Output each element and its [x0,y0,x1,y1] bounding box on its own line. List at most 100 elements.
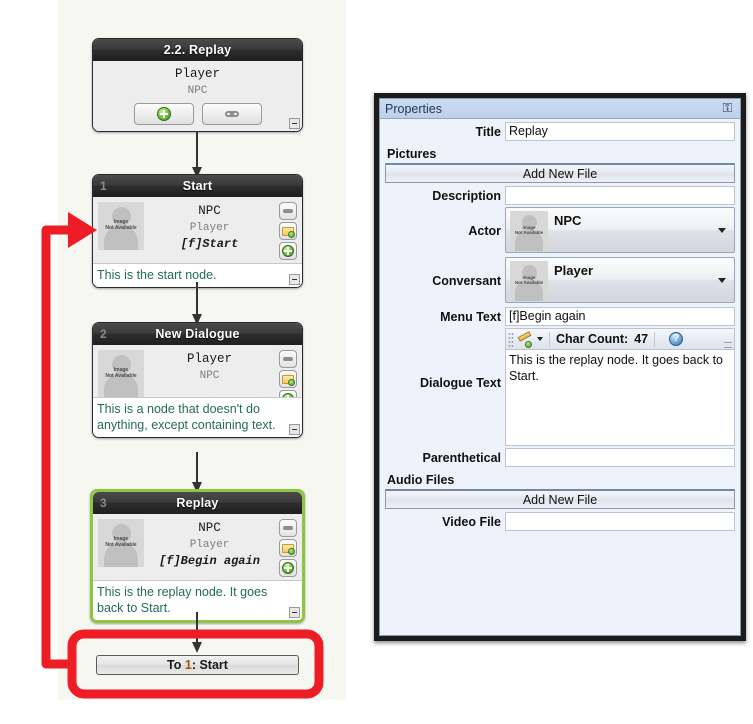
properties-panel: Properties ⚿ Title Replay Pictures Add N… [374,93,746,641]
video-file-label: Video File [442,514,501,529]
node-icon-column [279,202,298,262]
node-button-row [93,103,302,125]
toolbar-separator [654,331,656,347]
dialogue-node-2[interactable]: 2 New Dialogue Image Not Available Player… [92,322,303,438]
conversation-node-root[interactable]: 2.2. Replay Player NPC [92,38,303,132]
menu-text-input[interactable]: [f]Begin again [505,307,735,326]
video-file-input[interactable] [505,512,735,531]
collapse-toggle[interactable] [289,118,300,129]
pictures-section-label: Pictures [387,147,437,161]
help-icon[interactable]: ? [669,332,684,346]
node-header: 1 Start [93,175,302,197]
collapse-toggle[interactable] [289,607,300,618]
link-icon[interactable] [279,350,297,368]
node-id: 3 [100,496,107,510]
link-suffix: : Start [191,658,228,672]
add-folder-icon[interactable] [279,222,297,240]
description-label: Description [432,188,501,203]
video-file-row: Video File [385,512,735,531]
link-prefix: To [167,658,185,672]
node-actor: NPC [198,521,221,535]
pencil-icon[interactable] [516,330,536,348]
dialogue-text-toolbar: Char Count: 47 ? [505,328,735,349]
node-id: 1 [100,179,107,193]
node-body: Image Not Available NPC Player [f]Start [93,197,302,263]
char-count: Char Count: 47 [556,332,648,346]
toolbar-resize-handle[interactable] [724,342,732,348]
conversant-dropdown[interactable]: Image Not Available Player [505,257,735,303]
actor-portrait: Image Not Available [98,202,144,250]
conversant-value: Player [554,263,594,278]
node-conversant: Player [189,222,230,234]
collapse-toggle[interactable] [289,274,300,285]
node-actor: Player [186,352,232,366]
parenthetical-input[interactable] [505,448,735,467]
chevron-down-icon [718,228,726,233]
properties-title-label: Properties [385,102,442,116]
plus-circle-icon [156,107,171,121]
link-icon[interactable] [279,202,297,220]
actor-portrait: Image Not Available [98,350,144,398]
dialogue-node-3[interactable]: 3 Replay Image Not Available NPC Player [… [90,489,305,623]
description-input[interactable] [505,186,735,205]
add-child-button[interactable] [133,103,194,125]
title-input[interactable]: Replay [505,122,735,141]
audio-files-section-label: Audio Files [387,473,455,487]
node-title: Replay [176,496,219,510]
audio-add-new-file-button[interactable]: Add New File [385,489,735,509]
add-folder-icon[interactable] [279,539,297,557]
add-folder-icon[interactable] [279,370,297,388]
char-count-value: 47 [634,332,649,346]
node-header: 2 New Dialogue [93,323,302,345]
connector-arrow-root-to-1 [192,131,202,178]
properties-titlebar: Properties ⚿ [380,99,740,119]
menu-text-label: Menu Text [440,309,501,324]
dialogue-text-row: Dialogue Text Char Count: 47 ? This is th… [385,328,735,446]
node-title: 2.2. Replay [163,43,232,57]
connector-arrow-3-to-link [192,612,202,653]
node-conversant: NPC [199,370,220,382]
node-body: Image Not Available Player NPC [93,345,302,408]
link-button[interactable] [201,103,262,125]
actor-label: Actor [468,224,501,238]
parenthetical-row: Parenthetical [385,448,735,467]
add-node-icon[interactable] [279,242,297,260]
add-node-icon[interactable] [279,559,297,577]
node-icon-column [279,519,298,579]
collapse-toggle[interactable] [289,424,300,435]
title-row: Title Replay [385,122,735,141]
title-label: Title [475,124,501,139]
menu-text-row: Menu Text [f]Begin again [385,307,735,326]
conversant-label: Conversant [432,274,501,288]
node-actor: Player [174,67,220,81]
dialogue-text-textarea[interactable]: This is the replay node. It goes back to… [505,349,735,446]
actor-value: NPC [554,213,582,228]
node-body: Image Not Available NPC Player [f]Begin a… [93,514,302,580]
node-body: Player NPC [93,61,302,131]
link-icon [224,111,239,117]
node-menu-text: [f]Start [180,237,239,251]
conversant-portrait: Image Not Available [510,261,548,301]
node-header: 2.2. Replay [93,39,302,61]
node-header: 3 Replay [93,492,302,514]
link-to-node-button[interactable]: To 1: Start [96,655,299,675]
chevron-down-icon[interactable] [537,337,543,341]
actor-dropdown[interactable]: Image Not Available NPC [505,207,735,253]
actor-portrait: Image Not Available [98,519,144,567]
parenthetical-label: Parenthetical [422,450,501,465]
pin-icon[interactable]: ⚿ [721,102,734,116]
conversant-row: Conversant Image Not Available Player [385,257,735,305]
actor-portrait: Image Not Available [510,211,548,251]
connector-arrow-1-to-2 [192,282,202,325]
node-menu-text: [f]Begin again [159,554,260,568]
toolbar-grip[interactable] [508,331,514,347]
connector-arrow-2-to-3 [192,452,202,493]
description-row: Description [385,186,735,205]
toolbar-separator [549,331,550,347]
node-id: 2 [100,327,107,341]
node-title: Start [182,179,213,193]
node-actor: NPC [198,204,221,218]
link-icon[interactable] [279,519,297,537]
dialogue-node-1[interactable]: 1 Start Image Not Available NPC Player [f… [92,174,303,288]
pictures-add-new-file-button[interactable]: Add New File [385,163,735,183]
